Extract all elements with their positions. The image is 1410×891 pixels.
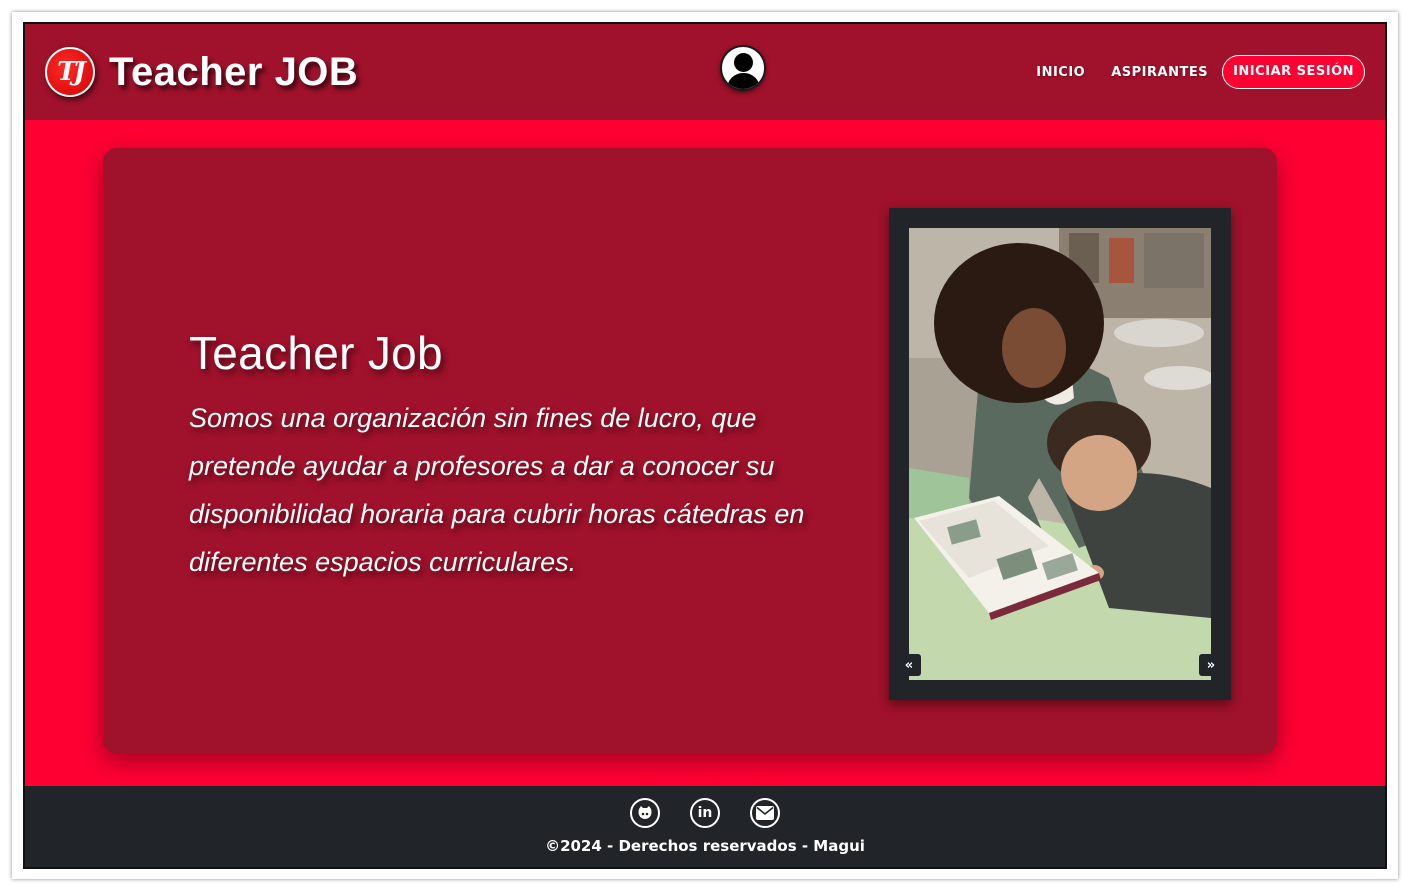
footer: in ©2024 - Derechos reservados - Magui [25, 786, 1385, 867]
navbar: TJ Teacher JOB INICIO ASPIRANTES INICIAR… [25, 24, 1385, 120]
nav-aspirantes[interactable]: ASPIRANTES [1111, 65, 1208, 80]
nav-inicio[interactable]: INICIO [1036, 65, 1085, 80]
hero-card: Teacher Job Somos una organización sin f… [103, 148, 1277, 754]
carousel-prev-button[interactable]: « [897, 654, 921, 676]
image-carousel: « » [889, 208, 1231, 700]
github-icon[interactable] [630, 798, 660, 828]
hero-title: Teacher Job [189, 327, 443, 379]
nav-links: INICIO ASPIRANTES INICIAR SESIÓN [1010, 55, 1365, 89]
brand-logo: TJ [45, 47, 95, 97]
user-body [727, 73, 760, 89]
brand-name: Teacher JOB [109, 49, 359, 94]
logo-initials: TJ [57, 57, 86, 87]
linkedin-icon[interactable]: in [690, 798, 720, 828]
linkedin-glyph: in [697, 805, 713, 821]
login-button[interactable]: INICIAR SESIÓN [1222, 55, 1365, 89]
user-icon[interactable] [720, 45, 766, 91]
social-links: in [25, 798, 1385, 828]
teacher-student-photo [909, 228, 1211, 680]
user-head [734, 53, 753, 72]
email-icon[interactable] [750, 798, 780, 828]
brand[interactable]: TJ Teacher JOB [45, 46, 358, 98]
copyright-text: ©2024 - Derechos reservados - Magui [545, 837, 865, 855]
envelope-glyph [756, 806, 774, 820]
github-glyph [638, 806, 652, 819]
hero-description: Somos una organización sin fines de lucr… [189, 403, 805, 577]
carousel-photo [909, 228, 1211, 680]
carousel-next-button[interactable]: » [1199, 654, 1223, 676]
page-viewport: TJ Teacher JOB INICIO ASPIRANTES INICIAR… [23, 22, 1387, 869]
